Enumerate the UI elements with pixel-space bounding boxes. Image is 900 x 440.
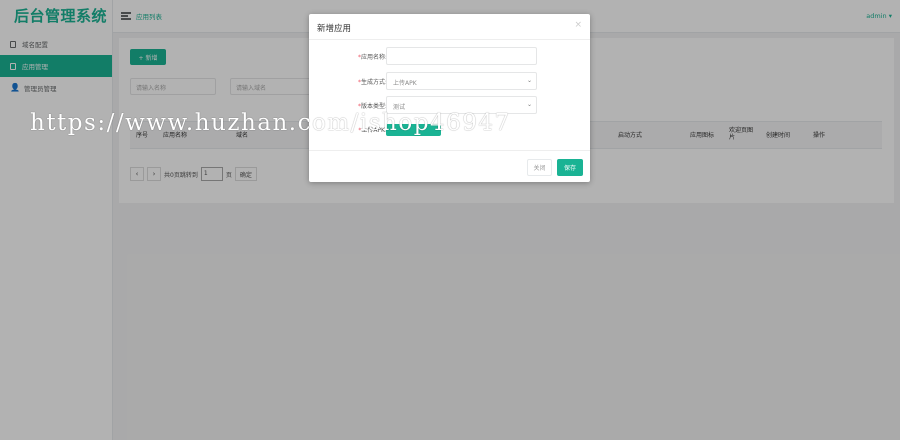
- dialog-header: 新增应用 ×: [309, 14, 590, 40]
- field-label: *版本类型:: [357, 103, 387, 110]
- dialog-title: 新增应用: [317, 24, 352, 34]
- generate-mode-select[interactable]: 上传APK ⌄: [386, 72, 537, 90]
- field-label: *应用名称:: [357, 54, 387, 61]
- close-button[interactable]: 关闭: [527, 159, 552, 176]
- form-row-app-name: *应用名称:: [309, 47, 590, 65]
- app-name-input[interactable]: [386, 47, 537, 65]
- close-icon[interactable]: ×: [574, 20, 582, 30]
- watermark-text: https://www.huzhan.com/ishop46947: [30, 110, 511, 136]
- save-button[interactable]: 保存: [557, 159, 583, 176]
- chevron-down-icon: ⌄: [526, 101, 532, 108]
- dialog-footer: 关闭 保存: [309, 150, 590, 182]
- field-label: *生成方式:: [357, 79, 387, 86]
- add-app-dialog: 新增应用 × *应用名称: *生成方式: 上传APK ⌄ *版本类型: 测试 ⌄…: [309, 14, 590, 182]
- form-row-generate-mode: *生成方式: 上传APK ⌄: [309, 72, 590, 90]
- chevron-down-icon: ⌄: [526, 77, 532, 84]
